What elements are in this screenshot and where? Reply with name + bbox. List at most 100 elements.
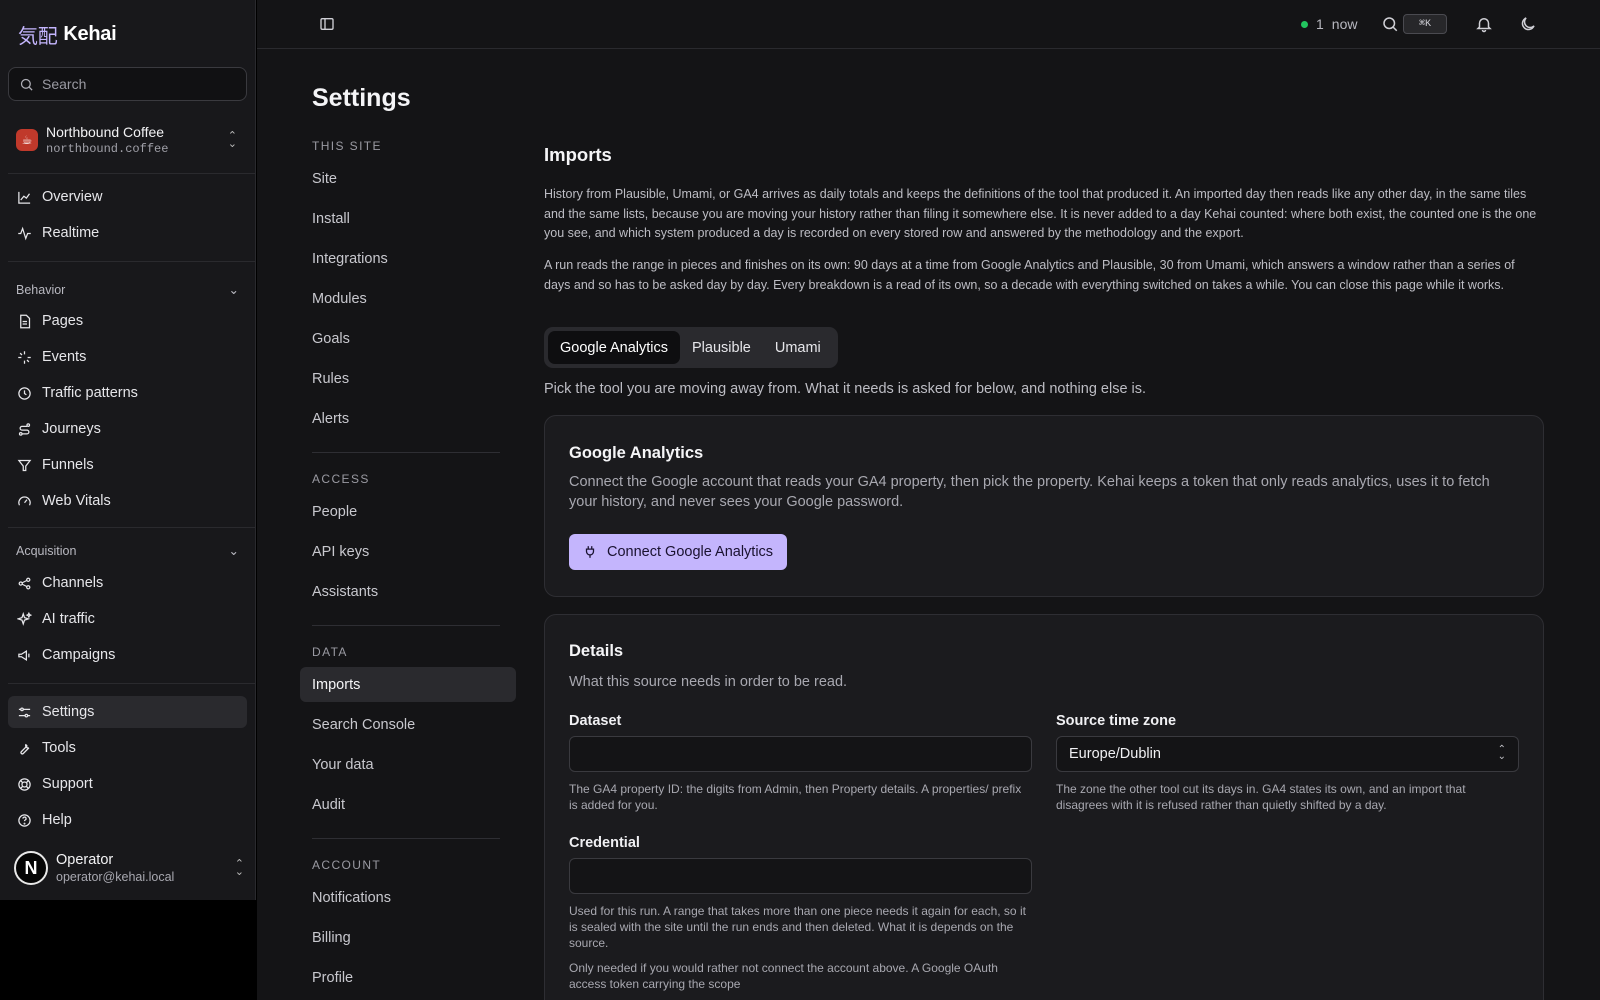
sidebar-item-overview[interactable]: Overview xyxy=(8,181,247,213)
funnel-icon xyxy=(17,459,32,471)
megaphone-icon xyxy=(18,649,30,661)
button-label: Connect Google Analytics xyxy=(607,544,774,560)
sidebar-item-channels[interactable]: Channels xyxy=(8,567,247,599)
app-logo[interactable]: 気配 Kehai xyxy=(18,20,117,49)
settings-item-people[interactable]: People xyxy=(300,494,516,529)
file-icon xyxy=(20,314,31,328)
command-shortcut[interactable]: ⌘K xyxy=(1403,14,1447,34)
sidebar-search-input[interactable]: Search xyxy=(8,67,247,101)
settings-item-audit[interactable]: Audit xyxy=(300,787,516,822)
site-switcher[interactable]: ☕ Northbound Coffee northbound.coffee ⌃ ⌄ xyxy=(8,116,247,164)
sidebar-item-label: Pages xyxy=(42,313,84,329)
settings-group-heading: DATA xyxy=(312,645,348,659)
settings-item-alerts[interactable]: Alerts xyxy=(300,401,516,436)
settings-item-integrations[interactable]: Integrations xyxy=(300,241,516,276)
timezone-select[interactable]: Europe/Dublin ⌃ ⌄ xyxy=(1056,736,1519,772)
user-menu[interactable]: N Operator operator@kehai.local ⌃ ⌄ xyxy=(14,848,244,888)
settings-divider xyxy=(312,838,500,839)
settings-item-api-keys[interactable]: API keys xyxy=(300,534,516,569)
sidebar-item-label: Help xyxy=(42,812,72,828)
google-analytics-card: Google Analytics Connect the Google acco… xyxy=(544,415,1544,597)
bell-icon[interactable] xyxy=(1475,15,1493,33)
sidebar-item-journeys[interactable]: Journeys xyxy=(8,413,247,445)
connect-google-analytics-button[interactable]: Connect Google Analytics xyxy=(569,534,788,570)
share-icon xyxy=(18,577,31,589)
sidebar-item-support[interactable]: Support xyxy=(8,768,247,800)
sidebar-item-pages[interactable]: Pages xyxy=(8,305,247,337)
sliders-icon xyxy=(18,707,31,717)
search-icon[interactable] xyxy=(1381,15,1399,33)
behavior-section-toggle[interactable]: Behavior ⌄ xyxy=(16,282,239,298)
app-sidebar: 気配 Kehai Search ☕ Northbound Coffee nort… xyxy=(0,0,256,900)
tab-plausible[interactable]: Plausible xyxy=(680,331,763,364)
lifebuoy-icon xyxy=(18,777,31,791)
card-body: Connect the Google account that reads yo… xyxy=(569,474,1490,510)
live-label: now xyxy=(1331,16,1358,32)
settings-item-profile[interactable]: Profile xyxy=(300,960,516,995)
gauge-icon xyxy=(18,495,31,506)
card-title: Details xyxy=(569,642,624,660)
search-placeholder: Search xyxy=(42,76,87,92)
moon-icon[interactable] xyxy=(1519,15,1537,33)
sidebar-item-label: Journeys xyxy=(42,421,101,437)
sparkles-icon xyxy=(17,611,32,626)
settings-item-site[interactable]: Site xyxy=(300,161,516,196)
site-name: Northbound Coffee xyxy=(46,124,165,140)
realtime-indicator[interactable]: 1 now xyxy=(1301,16,1357,32)
sidebar-item-realtime[interactable]: Realtime xyxy=(8,217,247,249)
logo-name: Kehai xyxy=(63,23,117,45)
settings-item-install[interactable]: Install xyxy=(300,201,516,236)
avatar: N xyxy=(14,851,48,885)
sidebar-item-ai-traffic[interactable]: AI traffic xyxy=(8,603,247,635)
main-area: 1 now ⌘K Settings THIS SITE Site Install… xyxy=(257,0,1600,1000)
chevron-updown-icon: ⌃ ⌄ xyxy=(234,858,244,878)
settings-item-assistants[interactable]: Assistants xyxy=(300,574,516,609)
sidebar-item-label: Channels xyxy=(42,575,104,591)
sidebar-divider xyxy=(8,683,256,684)
tab-umami[interactable]: Umami xyxy=(763,331,833,364)
sidebar-item-tools[interactable]: Tools xyxy=(8,732,247,764)
settings-item-modules[interactable]: Modules xyxy=(300,281,516,316)
sidebar-item-web-vitals[interactable]: Web Vitals xyxy=(8,485,247,517)
wrench-icon xyxy=(20,743,30,754)
credential-help: Used for this run. A range that takes mo… xyxy=(569,904,1026,950)
credential-field[interactable] xyxy=(569,858,1032,894)
sidebar-item-funnels[interactable]: Funnels xyxy=(8,449,247,481)
imports-run-description: A run reads the range in pieces and fini… xyxy=(544,258,1515,292)
help-circle-icon xyxy=(18,813,31,827)
settings-item-rules[interactable]: Rules xyxy=(300,361,516,396)
settings-item-goals[interactable]: Goals xyxy=(300,321,516,356)
settings-item-search-console[interactable]: Search Console xyxy=(300,707,516,742)
card-subtitle: What this source needs in order to be re… xyxy=(569,674,848,690)
acquisition-section-toggle[interactable]: Acquisition ⌄ xyxy=(16,543,239,559)
sidebar-item-campaigns[interactable]: Campaigns xyxy=(8,639,247,671)
settings-item-your-data[interactable]: Your data xyxy=(300,747,516,782)
settings-item-notifications[interactable]: Notifications xyxy=(300,880,516,915)
settings-item-imports[interactable]: Imports xyxy=(300,667,516,702)
sidebar-item-label: AI traffic xyxy=(42,611,95,627)
settings-divider xyxy=(312,625,500,626)
sidebar-item-settings[interactable]: Settings xyxy=(8,696,247,728)
chevron-updown-icon: ⌃ ⌄ xyxy=(227,130,237,150)
sidebar-item-events[interactable]: Events xyxy=(8,341,247,373)
sparkle-icon xyxy=(18,350,31,364)
sidebar-divider xyxy=(8,173,256,174)
sidebar-item-help[interactable]: Help xyxy=(8,804,247,836)
user-email: operator@kehai.local xyxy=(56,870,175,884)
tab-google-analytics[interactable]: Google Analytics xyxy=(548,331,681,364)
sidebar-divider xyxy=(8,261,256,262)
sidebar-toggle-icon[interactable] xyxy=(319,16,335,32)
page-title: Settings xyxy=(312,84,411,112)
chevron-down-icon: ⌄ xyxy=(228,283,239,297)
sidebar-item-traffic-patterns[interactable]: Traffic patterns xyxy=(8,377,247,409)
settings-divider xyxy=(312,452,500,453)
dataset-field[interactable] xyxy=(569,736,1032,772)
sidebar-item-label: Overview xyxy=(42,189,103,205)
timezone-label: Source time zone xyxy=(1056,713,1177,729)
sidebar-item-label: Tools xyxy=(42,740,76,756)
settings-item-billing[interactable]: Billing xyxy=(300,920,516,955)
card-title: Google Analytics xyxy=(569,444,704,462)
credential-help-oauth: Only needed if you would rather not conn… xyxy=(569,961,998,991)
sidebar-item-label: Web Vitals xyxy=(42,493,111,509)
live-dot-icon xyxy=(1301,20,1308,28)
